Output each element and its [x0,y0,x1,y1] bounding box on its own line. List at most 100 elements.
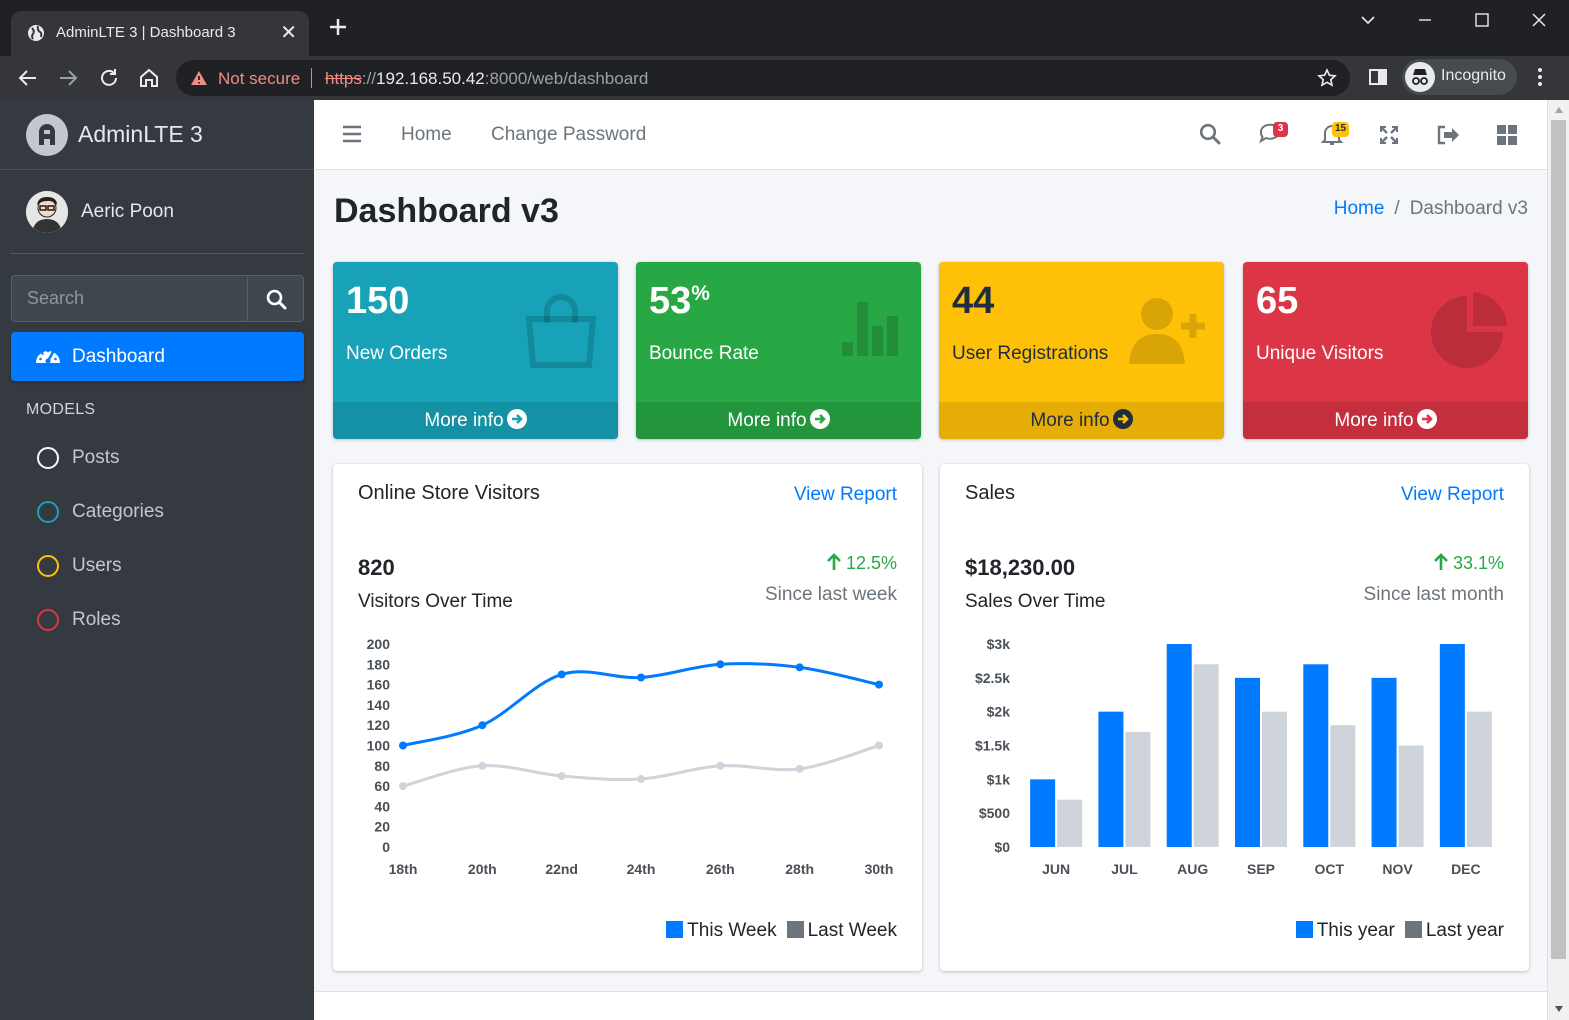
stat-number: 53 [649,280,692,322]
forward-icon[interactable] [57,67,79,89]
stat-value: 53% [649,280,710,323]
browser-toolbar: Not secure https://192.168.50.42:8000/we… [0,56,1569,100]
stat-label: Bounce Rate [649,343,759,364]
stat-number: 65 [1256,280,1299,322]
expand-arrows-icon[interactable] [1379,125,1399,145]
sidebar-item-users[interactable]: Users [11,543,304,589]
sidebar-item-label: Roles [72,609,121,630]
sales-change: 33.1% [1433,553,1504,574]
messages-dropdown[interactable]: 3 [1258,122,1298,152]
more-info-link[interactable]: More info [333,402,618,439]
security-label[interactable]: Not secure [218,69,300,89]
scroll-up-arrow-icon[interactable] [1554,106,1564,114]
bar [1030,779,1056,847]
address-bar[interactable]: Not secure https://192.168.50.42:8000/we… [176,60,1350,96]
sales-since: Since last month [1363,584,1504,605]
shopping-bag-icon [525,294,597,368]
stat-box-new-orders: 150 New Orders More info [333,262,618,439]
browser-tab[interactable]: AdminLTE 3 | Dashboard 3 ✕ [11,11,309,56]
side-panel-icon[interactable] [1368,67,1388,87]
bar [1125,731,1151,847]
page-scrollbar[interactable] [1547,100,1569,1020]
arrow-circle-right-icon [1112,409,1133,429]
close-icon[interactable]: ✕ [280,20,297,45]
stat-box-bounce-rate: 53% Bounce Rate More info [636,262,921,439]
url-host: 192.168.50.42 [376,69,485,88]
stat-suffix: % [691,282,710,305]
y-tick-label: 0 [382,839,390,855]
new-tab-icon[interactable] [326,15,350,39]
more-info-link[interactable]: More info [1243,402,1528,439]
stat-label: New Orders [346,343,448,364]
legend-label: This year [1316,920,1395,941]
sidebar-item-categories[interactable]: Categories [11,489,304,535]
omnibox-divider [311,68,312,88]
circle-icon [37,609,59,631]
scrollbar-thumb[interactable] [1551,120,1566,959]
view-report-link[interactable]: View Report [794,484,897,506]
brand-link[interactable]: AdminLTE 3 [0,100,314,170]
bookmark-star-icon[interactable] [1317,68,1337,88]
sidebar-item-dashboard[interactable]: Dashboard [11,332,304,381]
more-info-link[interactable]: More info [939,402,1224,439]
more-info-label: More info [1334,410,1414,431]
more-info-label: More info [424,410,504,431]
back-icon[interactable] [17,67,39,89]
arrow-up-icon [827,553,841,570]
legend-swatch [1404,921,1422,938]
data-point [557,771,566,780]
tachometer-icon [36,349,60,364]
card-title: Sales [965,482,1016,504]
nav-link-home[interactable]: Home [401,124,452,146]
x-tick-label: 22nd [545,861,578,877]
url-text[interactable]: https://192.168.50.42:8000/web/dashboard [325,69,648,89]
page-title: Dashboard v3 [334,192,559,230]
breadcrumb-current: Dashboard v3 [1409,198,1528,219]
avatar [26,191,68,233]
search-input[interactable] [11,275,248,322]
notifications-dropdown[interactable]: 15 [1320,122,1360,152]
more-menu-icon[interactable] [1534,66,1546,88]
globe-icon [28,25,44,41]
reload-icon[interactable] [98,67,120,89]
visitors-line-chart: 0 20 40 60 80 100 120 140 160 180 200 18th 20th 22nd 2… [367,636,894,877]
bar [1371,677,1397,847]
chart-legend: This year Last year [1295,920,1504,942]
breadcrumb-home-link[interactable]: Home [1334,198,1385,219]
sidebar-search [11,275,304,322]
maximize-icon[interactable] [1471,9,1493,31]
sidebar-item-roles[interactable]: Roles [11,597,304,643]
minimize-icon[interactable] [1414,9,1436,31]
visitors-total: 820 [358,555,395,580]
stat-box-user-registrations: 44 User Registrations More info [939,262,1224,439]
tab-search-icon[interactable] [1357,9,1379,31]
sign-out-icon[interactable] [1436,124,1460,146]
scroll-down-arrow-icon[interactable] [1554,1005,1564,1013]
search-icon[interactable] [1199,123,1221,145]
window-close-icon[interactable] [1528,9,1550,31]
legend-swatch [786,921,804,938]
arrow-circle-right-icon [1416,409,1437,429]
y-tick-label: $0 [994,839,1010,855]
data-point [557,670,566,679]
data-point [795,764,804,773]
legend-label: Last Week [807,920,897,941]
nav-link-change-password[interactable]: Change Password [491,124,646,146]
data-point [399,782,407,791]
more-info-link[interactable]: More info [636,402,921,439]
hamburger-menu-icon[interactable] [342,125,362,143]
view-report-link[interactable]: View Report [1401,484,1504,506]
breadcrumb-separator: / [1394,198,1400,219]
incognito-profile-button[interactable]: Incognito [1402,59,1517,95]
home-icon[interactable] [138,67,160,89]
user-name: Aeric Poon [81,201,174,222]
y-tick-label: $2.5k [975,670,1010,686]
search-button[interactable] [247,275,304,322]
user-panel[interactable]: Aeric Poon [10,171,304,254]
grid-icon[interactable] [1497,125,1517,145]
sidebar-item-posts[interactable]: Posts [11,435,304,481]
x-tick-label: OCT [1315,861,1345,877]
sidebar-item-label: Users [72,555,122,576]
y-tick-label: $1k [987,771,1011,787]
data-point [795,663,804,672]
